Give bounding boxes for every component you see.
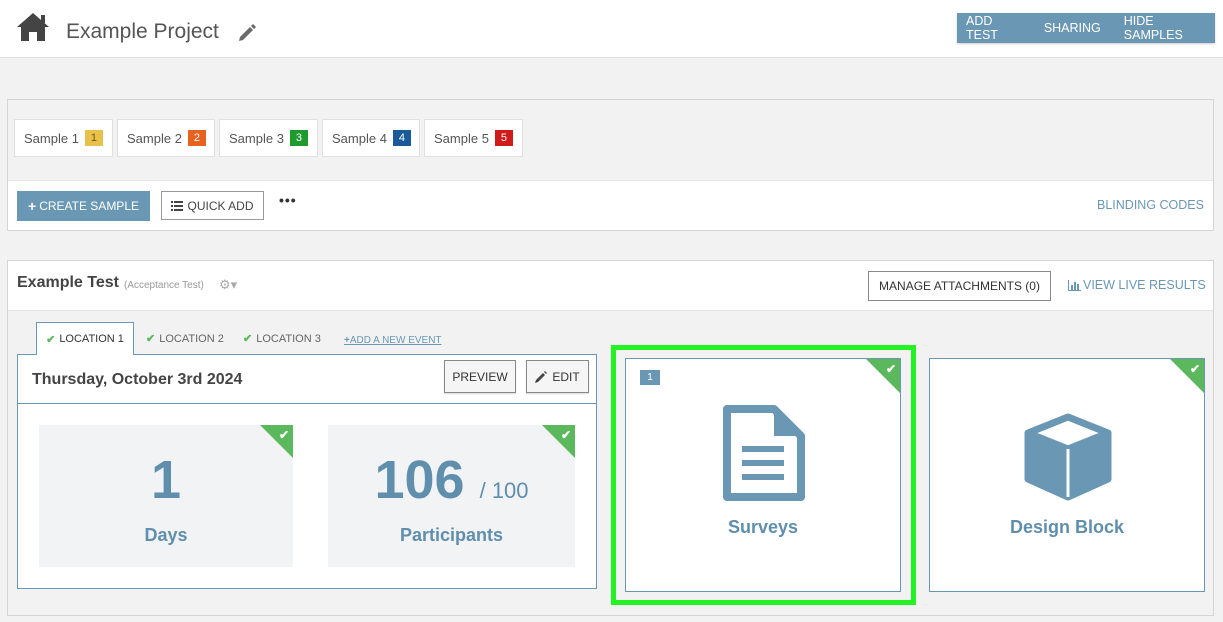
- view-live-results-link[interactable]: VIEW LIVE RESULTS: [1068, 278, 1206, 292]
- pencil-icon: [535, 370, 548, 383]
- tab-label: LOCATION 1: [59, 333, 124, 345]
- sample-badge: 2: [187, 130, 206, 146]
- quick-add-label: QUICK ADD: [187, 198, 254, 213]
- design-block-card[interactable]: ✔ Design Block: [929, 358, 1205, 592]
- test-title: Example Test: [17, 274, 119, 291]
- edit-label: EDIT: [552, 369, 580, 384]
- check-icon: ✔: [560, 428, 571, 442]
- sample-label: Sample 2: [127, 130, 182, 146]
- list-icon: [171, 200, 184, 211]
- check-icon: ✔: [278, 428, 289, 442]
- samples-toolbar: + CREATE SAMPLE QUICK ADD ••• BLINDING C…: [8, 180, 1213, 230]
- preview-button[interactable]: PREVIEW: [444, 360, 516, 393]
- blinding-codes-link[interactable]: BLINDING CODES: [1097, 198, 1204, 212]
- sample-chip-3[interactable]: Sample 3 3: [219, 119, 318, 157]
- tab-label: LOCATION 2: [159, 332, 224, 345]
- sharing-button[interactable]: SHARING: [1044, 21, 1101, 35]
- surveys-label: Surveys: [727, 517, 799, 537]
- home-icon[interactable]: [16, 12, 50, 42]
- sample-badge: 1: [84, 130, 103, 146]
- cube-icon: [1024, 413, 1112, 501]
- survey-count-badge: 1: [640, 370, 660, 385]
- sample-badge: 5: [494, 130, 513, 146]
- top-header: Example Project ADD TEST SHARING HIDE SA…: [0, 0, 1223, 58]
- view-live-results-label: VIEW LIVE RESULTS: [1083, 278, 1206, 292]
- participants-value: 106: [374, 450, 465, 510]
- sample-label: Sample 5: [434, 130, 489, 146]
- days-stat-card: ✔ 1 Days: [39, 425, 293, 567]
- sample-chip-2[interactable]: Sample 2 2: [117, 119, 215, 157]
- test-type: (Acceptance Test): [124, 280, 204, 291]
- create-sample-label: CREATE SAMPLE: [39, 199, 139, 213]
- header-action-bar: ADD TEST SHARING HIDE SAMPLES: [957, 13, 1215, 43]
- project-title: Example Project: [66, 20, 219, 43]
- edit-button[interactable]: EDIT: [526, 360, 589, 393]
- participants-label: Participants: [399, 525, 504, 545]
- check-icon: ✔: [885, 362, 896, 376]
- event-panel: Thursday, October 3rd 2024 PREVIEW EDIT …: [17, 354, 597, 589]
- sample-badge: 3: [289, 130, 308, 146]
- sample-chip-4[interactable]: Sample 4 4: [322, 119, 420, 157]
- test-header: Example Test (Acceptance Test) ⚙▾ MANAGE…: [8, 261, 1213, 311]
- more-options-button[interactable]: •••: [279, 192, 297, 208]
- manage-attachments-button[interactable]: MANAGE ATTACHMENTS (0): [868, 271, 1051, 301]
- event-date: Thursday, October 3rd 2024: [32, 371, 243, 388]
- sample-chip-1[interactable]: Sample 1 1: [14, 119, 113, 157]
- edit-pencil-icon[interactable]: [236, 22, 258, 44]
- add-test-button[interactable]: ADD TEST: [966, 14, 1027, 42]
- check-icon: ✔: [1189, 362, 1200, 376]
- tab-location-2[interactable]: ✔ LOCATION 2: [146, 332, 224, 346]
- add-new-event-link[interactable]: +ADD A NEW EVENT: [344, 335, 442, 346]
- check-icon: ✔: [46, 333, 56, 346]
- participants-value-row: 106 / 100: [328, 449, 575, 511]
- gear-icon[interactable]: ⚙▾: [219, 277, 237, 293]
- days-value: 1: [150, 450, 182, 510]
- tab-location-1[interactable]: ✔ LOCATION 1: [36, 322, 134, 355]
- participants-stat-card: ✔ 106 / 100 Participants: [328, 425, 575, 567]
- quick-add-button[interactable]: QUICK ADD: [161, 191, 264, 220]
- tab-location-3[interactable]: ✔ LOCATION 3: [243, 332, 321, 346]
- samples-panel: Sample 1 1 Sample 2 2 Sample 3 3 Sample …: [7, 99, 1214, 231]
- sample-badge: 4: [392, 130, 411, 146]
- check-icon: ✔: [243, 333, 253, 345]
- event-divider: [18, 403, 596, 404]
- participants-target: / 100: [479, 478, 529, 503]
- sample-label: Sample 4: [332, 130, 387, 146]
- surveys-card[interactable]: 1 ✔ Surveys: [625, 358, 901, 592]
- document-icon: [723, 405, 805, 501]
- design-block-label: Design Block: [1009, 517, 1125, 537]
- tab-label: LOCATION 3: [256, 332, 321, 345]
- add-event-label: ADD A NEW EVENT: [349, 335, 442, 346]
- bar-chart-icon: [1068, 279, 1081, 291]
- check-icon: ✔: [146, 333, 156, 345]
- plus-icon: +: [28, 198, 37, 214]
- days-label: Days: [144, 525, 188, 545]
- sample-chip-5[interactable]: Sample 5 5: [424, 119, 523, 157]
- create-sample-button[interactable]: + CREATE SAMPLE: [17, 191, 150, 221]
- hide-samples-button[interactable]: HIDE SAMPLES: [1124, 14, 1215, 42]
- sample-label: Sample 1: [24, 130, 79, 146]
- sample-label: Sample 3: [229, 130, 284, 146]
